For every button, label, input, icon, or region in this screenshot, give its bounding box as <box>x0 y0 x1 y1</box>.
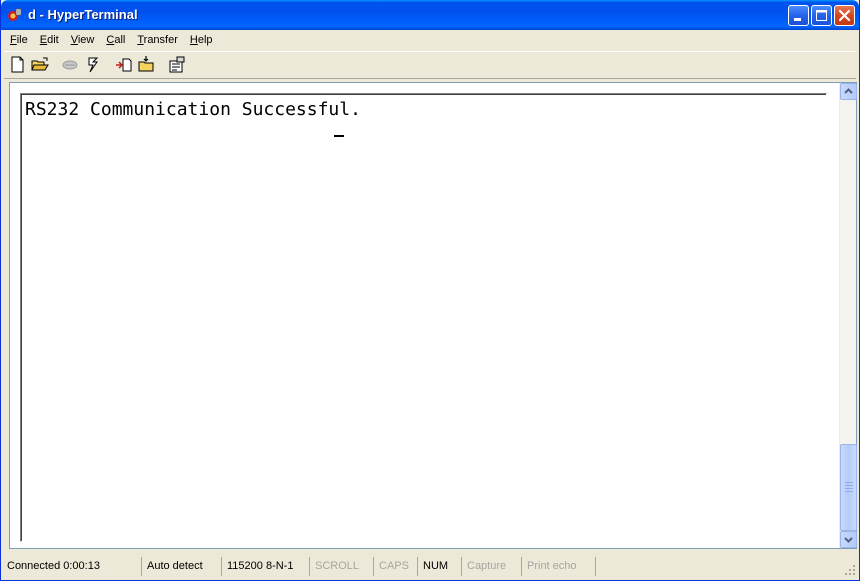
status-settings: 115200 8-N-1 <box>224 557 310 576</box>
thumb-grip-line <box>845 491 853 492</box>
thumb-grip-line <box>845 488 853 489</box>
close-button[interactable] <box>834 5 855 26</box>
receive-button[interactable] <box>137 55 157 75</box>
status-caps: CAPS <box>376 557 418 576</box>
menu-help[interactable]: Help <box>184 31 219 50</box>
new-connection-button[interactable] <box>8 55 28 75</box>
title-bar[interactable]: d - HyperTerminal <box>1 0 859 30</box>
menu-call[interactable]: Call <box>100 31 131 50</box>
maximize-icon <box>816 10 827 21</box>
close-icon <box>838 9 851 22</box>
scroll-up-button[interactable] <box>840 83 857 100</box>
receive-icon <box>138 56 154 72</box>
scroll-down-button[interactable] <box>840 531 857 548</box>
status-detect: Auto detect <box>144 557 222 576</box>
menu-file[interactable]: File <box>4 31 34 50</box>
status-bar: Connected 0:00:13 Auto detect 115200 8-N… <box>4 554 858 578</box>
maximize-button[interactable] <box>811 5 832 26</box>
terminal-cursor <box>334 135 344 137</box>
menu-transfer[interactable]: Transfer <box>131 31 184 50</box>
phone-disconnect-icon <box>62 60 78 70</box>
status-capture: Capture <box>464 557 522 576</box>
send-button[interactable] <box>114 55 134 75</box>
dial-icon <box>88 57 99 73</box>
open-folder-icon <box>31 57 49 71</box>
menu-edit[interactable]: Edit <box>34 31 65 50</box>
menu-view[interactable]: View <box>65 31 101 50</box>
window-title: d - HyperTerminal <box>28 7 138 22</box>
chevron-down-icon <box>844 537 853 543</box>
scrollbar-thumb[interactable] <box>840 444 857 531</box>
terminal-output-line: RS232 Communication Successful. <box>25 99 361 120</box>
open-button[interactable] <box>30 55 50 75</box>
hyperterminal-app-icon[interactable] <box>7 7 23 23</box>
new-document-icon <box>11 56 24 73</box>
hyperterminal-window: d - HyperTerminal File Edit View Call Tr… <box>0 0 860 581</box>
properties-button[interactable] <box>167 55 187 75</box>
terminal-screen[interactable]: RS232 Communication Successful. <box>20 93 827 542</box>
status-num: NUM <box>420 557 462 576</box>
send-icon <box>116 58 132 72</box>
status-print-echo: Print echo <box>524 557 596 576</box>
minimize-icon <box>794 18 801 21</box>
properties-icon <box>169 56 185 73</box>
toolbar <box>4 51 856 79</box>
status-scroll: SCROLL <box>312 557 374 576</box>
chevron-up-icon <box>844 88 853 94</box>
disconnect-button[interactable] <box>60 55 80 75</box>
status-connected: Connected 0:00:13 <box>4 557 142 576</box>
call-button[interactable] <box>84 55 104 75</box>
terminal-panel: RS232 Communication Successful. <box>9 82 857 549</box>
menu-bar: File Edit View Call Transfer Help <box>4 31 856 50</box>
thumb-grip-line <box>845 482 853 483</box>
thumb-grip-line <box>845 485 853 486</box>
resize-grip-icon[interactable] <box>844 564 856 576</box>
vertical-scrollbar[interactable] <box>839 83 857 548</box>
minimize-button[interactable] <box>788 5 809 26</box>
